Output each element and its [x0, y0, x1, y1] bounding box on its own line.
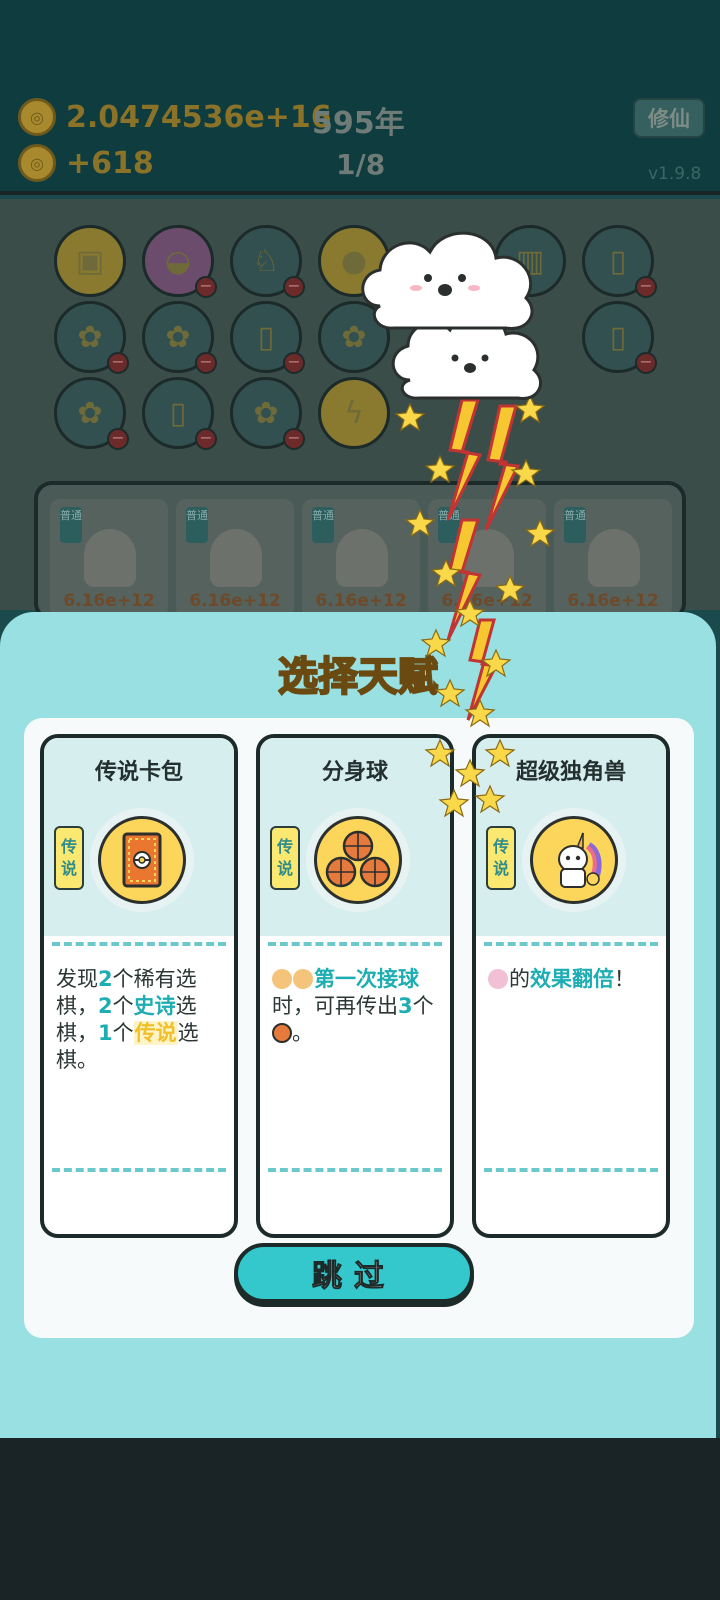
- remove-icon: −: [195, 276, 217, 298]
- remove-icon: −: [283, 276, 305, 298]
- talent-description: 第一次接球时，可再传出3个。: [272, 967, 434, 1045]
- rabbit-piece: ♘ −: [230, 225, 305, 298]
- divider: [268, 942, 442, 946]
- rarity-tag: 普通: [186, 507, 208, 543]
- remove-icon: −: [195, 428, 217, 450]
- rabbit-icon: [84, 529, 136, 587]
- year-counter: 595年: [312, 106, 405, 141]
- bottom-area: [0, 1438, 720, 1600]
- skip-button[interactable]: 跳过: [234, 1243, 474, 1303]
- version-label: v1.9.8: [648, 164, 702, 184]
- rice-piece: ◒ −: [142, 225, 217, 298]
- basketball-icon: [272, 1023, 292, 1043]
- coin-icon: ◎: [18, 144, 56, 182]
- chick-icon: [272, 969, 292, 989]
- wave-counter: 1/8: [336, 148, 386, 181]
- divider: [52, 942, 226, 946]
- price-label: 6.16e+12: [63, 591, 155, 611]
- grandpa-icon: [293, 969, 313, 989]
- remove-icon: −: [107, 352, 129, 374]
- rabbit-icon: [588, 529, 640, 587]
- divider: [484, 1168, 658, 1172]
- remove-icon: −: [635, 276, 657, 298]
- cloud-icon: [361, 231, 534, 330]
- divider: [484, 942, 658, 946]
- bench-card: 普通 6.16e+12: [176, 499, 294, 617]
- rarity-tag: 普通: [312, 507, 334, 543]
- price-label: 6.16e+12: [189, 591, 281, 611]
- status-bar: ◎ 2.0474536e+16 ◎ +618 595年 1/8 修仙 v1.9.…: [0, 0, 720, 195]
- sack-piece: ▯ −: [142, 377, 217, 450]
- thunder-cloud-graphic: [361, 231, 556, 818]
- coin-counter: ◎ 2.0474536e+16: [18, 98, 332, 136]
- thunder-cloud-effect: [350, 220, 590, 860]
- divider: [52, 1168, 226, 1172]
- talent-description: 的效果翻倍！: [488, 966, 656, 993]
- sack-piece: ▯ −: [582, 301, 657, 374]
- talent-card-legend-pack[interactable]: 传说卡包 传 说 发现2个稀有选棋，2个史诗选棋，1个传说选棋。: [40, 734, 238, 1238]
- card-pack-piece: ▣: [54, 225, 126, 297]
- sack-piece: ▯ −: [230, 301, 305, 374]
- coin-icon: ◎: [18, 98, 56, 136]
- unicorn-mini-icon: [488, 969, 508, 989]
- sack-piece: ▯ −: [582, 225, 657, 298]
- rabbit-icon: [210, 529, 262, 587]
- flower-piece: ✿ −: [142, 301, 217, 374]
- rarity-tag: 普通: [60, 507, 82, 543]
- rarity-badge: 传 说: [270, 826, 300, 890]
- flower-piece: ✿ −: [54, 377, 129, 450]
- talent-icon-frame: [90, 808, 194, 912]
- income-amount: +618: [66, 145, 154, 181]
- divider: [268, 1168, 442, 1172]
- talent-name: 传说卡包: [94, 760, 183, 785]
- talent-description: 发现2个稀有选棋，2个史诗选棋，1个传说选棋。: [56, 967, 199, 1072]
- remove-icon: −: [195, 352, 217, 374]
- bench-card: 普通 6.16e+12: [50, 499, 168, 617]
- flower-piece: ✿ −: [54, 301, 129, 374]
- remove-icon: −: [283, 428, 305, 450]
- flower-piece: ✿ −: [230, 377, 305, 450]
- coin-amount: 2.0474536e+16: [66, 99, 332, 135]
- income-counter: ◎ +618: [18, 144, 154, 182]
- rarity-badge: 传 说: [54, 826, 84, 890]
- remove-icon: −: [283, 352, 305, 374]
- remove-icon: −: [107, 428, 129, 450]
- remove-icon: −: [635, 352, 657, 374]
- lightning-icon: [446, 398, 521, 721]
- cultivate-button[interactable]: 修仙: [633, 98, 705, 138]
- card-pack-icon: [98, 816, 186, 904]
